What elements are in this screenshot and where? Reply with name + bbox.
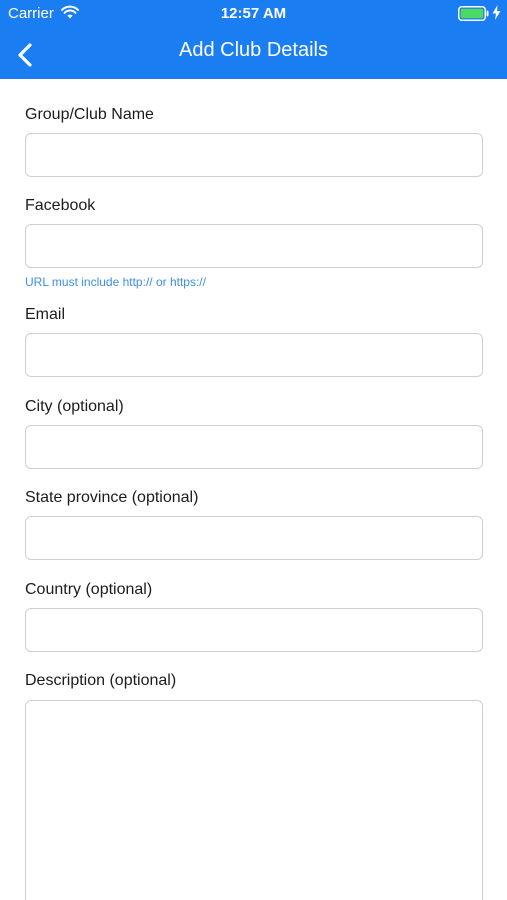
country-input[interactable] xyxy=(25,608,483,652)
battery-icon xyxy=(458,6,489,21)
club-details-form: Group/Club Name Facebook URL must includ… xyxy=(0,79,507,900)
navigation-bar: Add Club Details xyxy=(0,28,507,79)
city-input[interactable] xyxy=(25,425,483,469)
top-bar: Carrier 12:57 AM Add Club Details xyxy=(0,0,507,79)
charging-icon xyxy=(492,5,501,20)
status-bar: Carrier 12:57 AM xyxy=(0,0,507,28)
facebook-url-hint: URL must include http:// or https:// xyxy=(25,275,206,289)
back-button[interactable] xyxy=(8,34,48,74)
group-name-label: Group/Club Name xyxy=(25,106,154,123)
state-province-input[interactable] xyxy=(25,516,483,560)
add-club-details-screen: Carrier 12:57 AM Add Club Details Group/… xyxy=(0,0,507,900)
facebook-input[interactable] xyxy=(25,224,483,268)
city-label: City (optional) xyxy=(25,398,124,415)
chevron-left-icon xyxy=(18,43,32,67)
country-label: Country (optional) xyxy=(25,581,153,598)
group-name-input[interactable] xyxy=(25,133,483,177)
email-input[interactable] xyxy=(25,333,483,377)
page-title: Add Club Details xyxy=(179,39,328,61)
status-time: 12:57 AM xyxy=(220,5,287,22)
description-label: Description (optional) xyxy=(25,672,177,689)
state-province-label: State province (optional) xyxy=(25,489,199,506)
facebook-label: Facebook xyxy=(25,197,96,214)
email-label: Email xyxy=(25,306,66,323)
description-textarea[interactable] xyxy=(25,700,483,900)
